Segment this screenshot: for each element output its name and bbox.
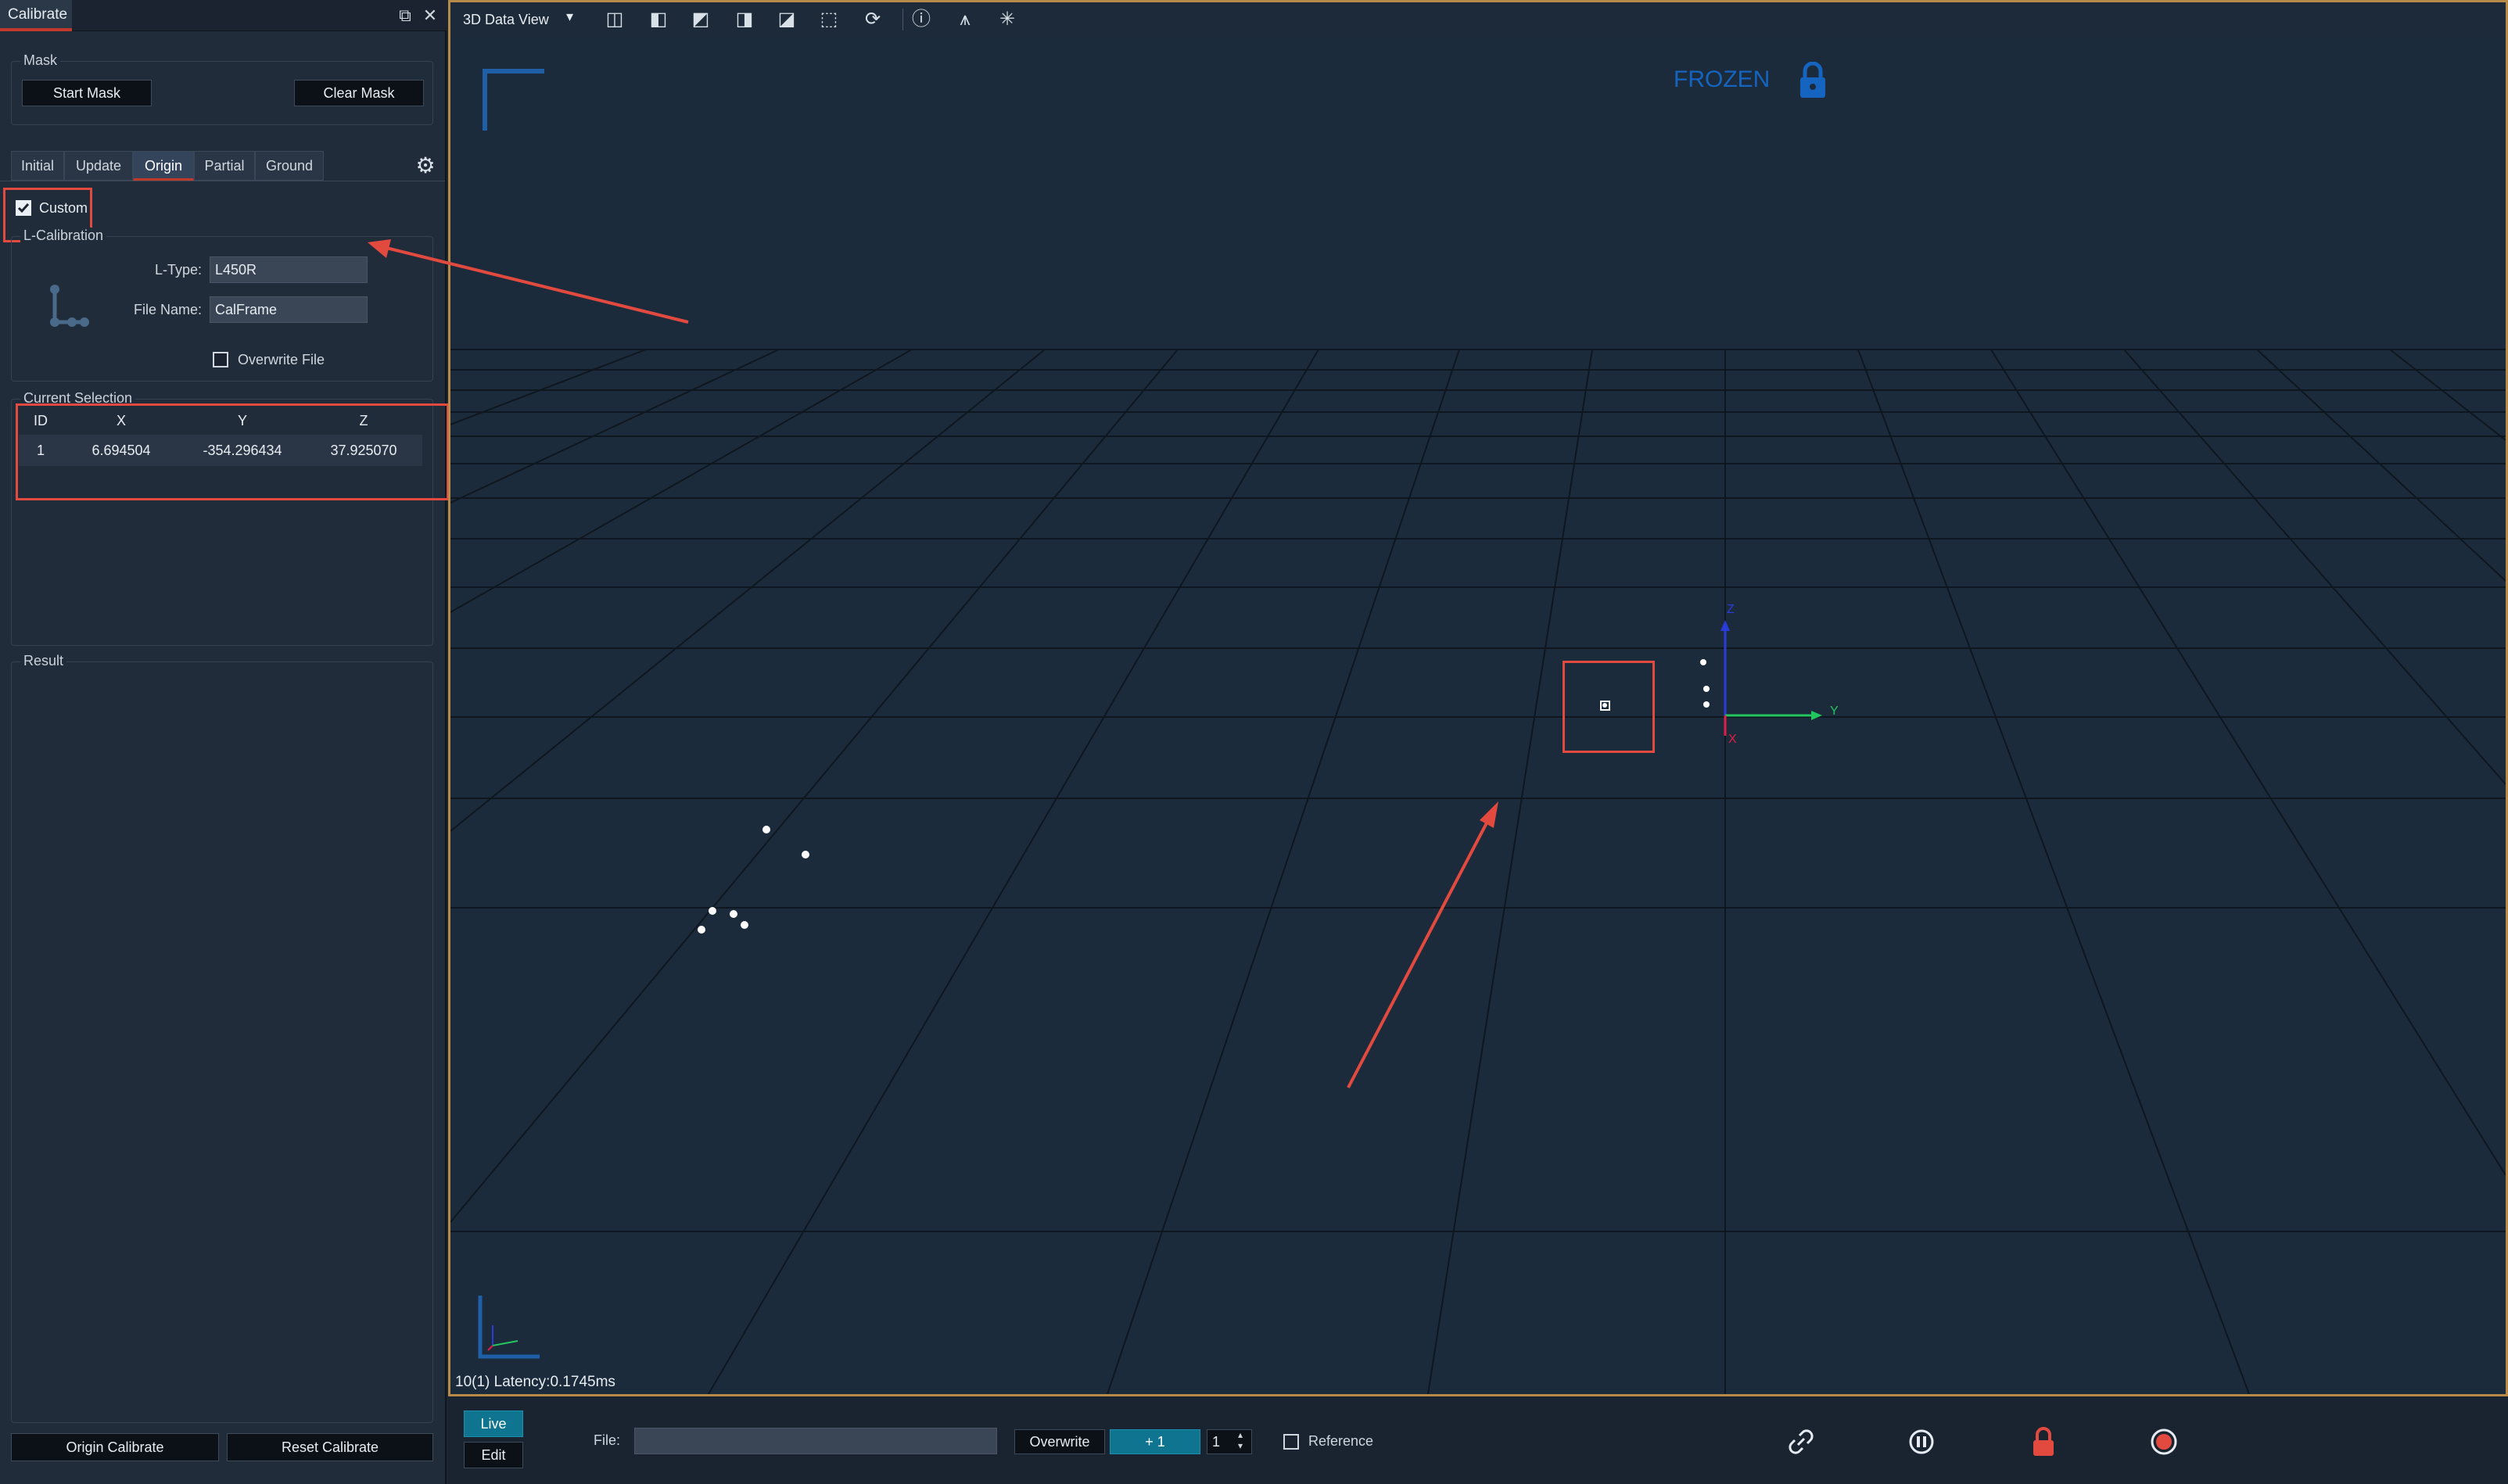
link-icon[interactable] [1785,1426,1817,1457]
tab-partial[interactable]: Partial [194,151,255,181]
live-button[interactable]: Live [464,1411,523,1437]
overwrite-button[interactable]: Overwrite [1014,1429,1105,1454]
start-mask-button[interactable]: Start Mask [22,80,152,106]
ltype-select[interactable]: L450R [210,256,368,283]
ltype-label: L-Type: [154,262,202,278]
filename-label: File Name: [133,302,202,317]
mask-group-label: Mask [20,52,61,69]
origin-calibrate-button[interactable]: Origin Calibrate [11,1433,219,1461]
increment-spinbox[interactable]: 1 [1207,1429,1252,1454]
pause-icon[interactable] [1907,1428,1936,1456]
calibrate-panel: Calibrate ⧉ ✕ Mask Start Mask Clear Mask… [0,0,449,1484]
annotation-box-selection [16,403,449,500]
close-panel-icon[interactable]: ✕ [419,5,441,27]
float-panel-icon[interactable]: ⧉ [394,5,416,27]
playback-bar: Live Edit File: Overwrite + 1 1 ▴ ▾ Refer… [448,1396,2508,1484]
increment-button[interactable]: + 1 [1110,1429,1200,1454]
reference-label: Reference [1308,1433,1374,1449]
record-icon[interactable] [2148,1426,2180,1457]
overwrite-file-label: Overwrite File [238,352,325,367]
latency-text: 10(1) Latency:0.1745ms [455,1374,615,1390]
l-frame-icon [50,285,89,327]
lcal-group-label: L-Calibration [20,228,107,244]
lock-status-icon[interactable] [2029,1426,2058,1457]
edit-button[interactable]: Edit [464,1442,523,1468]
settings-gear-icon[interactable]: ⚙ [413,153,438,178]
overwrite-file-checkbox[interactable] [213,352,228,367]
3d-viewport[interactable]: 3D Data View ▾ ◫ ◧ ◩ ◨ ◪ ⬚ ⟳ ⓘ ⩚ ✳ FROZE… [448,0,2508,1396]
tab-ground[interactable]: Ground [255,151,324,181]
file-input[interactable] [634,1428,997,1454]
spin-arrows-icon[interactable]: ▴ ▾ [1238,1429,1243,1451]
clear-mask-button[interactable]: Clear Mask [294,80,424,106]
panel-title-bar: Calibrate ⧉ ✕ [0,0,447,31]
annotation-arrows [1347,801,1498,1088]
mini-axes-icon [478,1296,540,1359]
result-group-label: Result [20,653,67,669]
panel-title-tab[interactable]: Calibrate [0,0,72,31]
tab-origin[interactable]: Origin [133,151,194,181]
reset-calibrate-button[interactable]: Reset Calibrate [227,1433,433,1461]
file-label: File: [594,1432,621,1448]
reference-checkbox[interactable] [1283,1434,1299,1450]
result-group [11,661,433,1423]
tab-initial[interactable]: Initial [11,151,64,181]
tab-update[interactable]: Update [64,151,133,181]
filename-input[interactable]: CalFrame [210,296,368,323]
